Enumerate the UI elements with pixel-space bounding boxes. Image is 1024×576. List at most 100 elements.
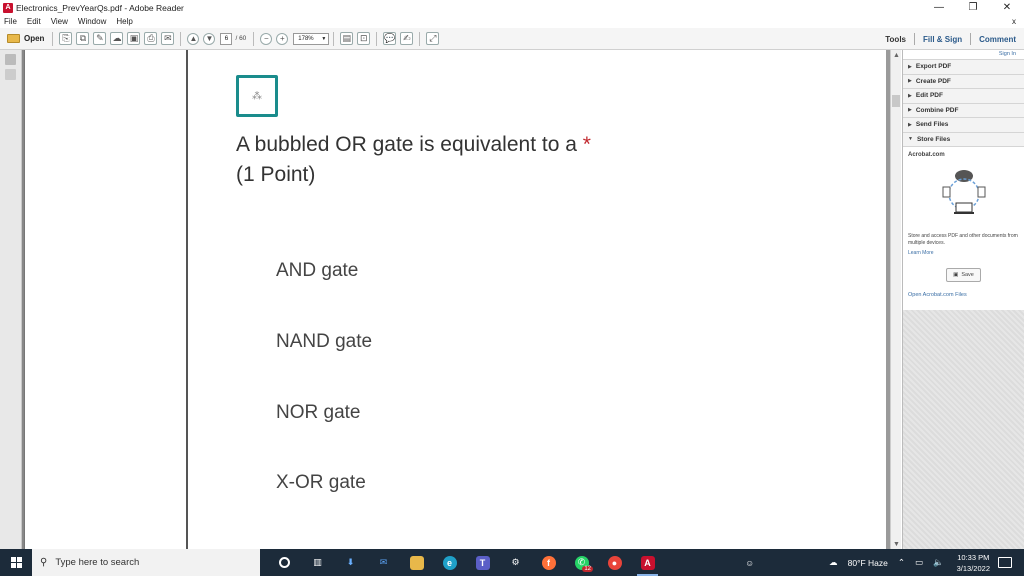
taskbar-app-edge[interactable]: e <box>433 549 466 576</box>
panel-store-files[interactable]: ▼ Store Files <box>903 131 1024 146</box>
chrome-icon: ● <box>607 555 622 570</box>
taskbar-app-teams[interactable]: T <box>466 549 499 576</box>
volume-icon[interactable]: 🔈 <box>933 557 944 568</box>
save-icon[interactable]: ▣ <box>127 32 141 45</box>
restore-button[interactable]: ❐ <box>956 0 990 15</box>
panel-edit-pdf[interactable]: ▶ Edit PDF <box>903 88 1024 103</box>
triangle-right-icon: ▶ <box>908 92 912 99</box>
taskbar-search-box[interactable]: ⚲ Type here to search <box>32 549 260 576</box>
comment-tab[interactable]: Comment <box>971 35 1024 44</box>
triangle-down-icon: ▼ <box>908 136 913 143</box>
triangle-right-icon: ▶ <box>908 63 912 70</box>
taskbar-app-firefox[interactable]: f <box>532 549 565 576</box>
create-pdf-icon[interactable]: ⎘ <box>59 32 73 45</box>
combine-icon[interactable]: ⧉ <box>76 32 90 45</box>
toolbar-separator <box>180 31 182 46</box>
print-icon[interactable]: ⎙ <box>144 32 158 45</box>
scroll-down-icon[interactable]: ▼ <box>891 539 902 549</box>
panel-create-pdf[interactable]: ▶ Create PDF <box>903 73 1024 88</box>
mail-icon: ✉ <box>379 557 388 567</box>
notification-icon[interactable] <box>998 557 1012 568</box>
minimize-button[interactable]: — <box>922 0 956 15</box>
fit-width-icon[interactable]: ⊡ <box>357 32 371 45</box>
taskbar-app-mail[interactable]: ✉ <box>367 549 400 576</box>
taskbar-app-whatsapp[interactable]: ✆ 12 <box>565 549 598 576</box>
store-description: Store and access PDF and other documents… <box>908 233 1018 246</box>
page-border-line <box>186 50 188 549</box>
scroll-thumb[interactable] <box>892 95 900 107</box>
question-text: A bubbled OR gate is equivalent to a * (… <box>236 130 716 190</box>
start-button[interactable] <box>0 549 32 576</box>
panel-send-files[interactable]: ▶ Send Files <box>903 117 1024 132</box>
next-page-icon[interactable]: ▼ <box>203 32 216 45</box>
option-and-gate: AND gate <box>276 260 359 281</box>
option-xor-gate: X-OR gate <box>276 472 366 493</box>
tools-tab[interactable]: Tools <box>877 35 914 44</box>
triangle-right-icon: ▶ <box>908 121 912 128</box>
taskbar-app-explorer[interactable] <box>400 549 433 576</box>
taskbar-app-settings[interactable]: ⚙ <box>499 549 532 576</box>
windows-taskbar: ⚲ Type here to search ▥ ⬇ ✉ e T ⚙ f ✆ 12… <box>0 549 1024 576</box>
cortana-button[interactable] <box>268 549 301 576</box>
tools-panel: Sign In ▶ Export PDF ▶ Create PDF ▶ Edit… <box>902 50 1024 549</box>
weather-text[interactable]: 80°F Haze <box>848 558 888 568</box>
edit-icon[interactable]: ✎ <box>93 32 107 45</box>
email-icon[interactable]: ✉ <box>161 32 175 45</box>
toolbar-separator <box>253 31 255 46</box>
open-button[interactable]: Open <box>3 32 48 45</box>
question-label: A bubbled OR gate is equivalent to a <box>236 133 577 156</box>
gear-icon: ⚙ <box>511 557 520 567</box>
taskbar-clock[interactable]: 10:33 PM 3/13/2022 <box>957 552 990 574</box>
menu-window[interactable]: Window <box>78 17 106 26</box>
expand-icon[interactable]: ⤢ <box>426 32 440 45</box>
pages-icon[interactable] <box>5 54 16 65</box>
taskbar-app-download[interactable]: ⬇ <box>334 549 367 576</box>
close-button[interactable]: ✕ <box>990 0 1024 15</box>
fill-sign-tab[interactable]: Fill & Sign <box>915 35 970 44</box>
save-to-cloud-button[interactable]: ▣ Save <box>946 268 981 282</box>
menu-view[interactable]: View <box>51 17 68 26</box>
menu-bar: File Edit View Window Help x <box>0 15 1024 28</box>
menu-help[interactable]: Help <box>116 17 132 26</box>
adobe-reader-icon: A <box>640 555 655 570</box>
attachments-icon[interactable] <box>5 69 16 80</box>
triangle-right-icon: ▶ <box>908 78 912 85</box>
sign-in-link[interactable]: Sign In <box>903 50 1024 59</box>
battery-icon[interactable]: ▭ <box>915 557 923 568</box>
task-view-button[interactable]: ▥ <box>301 549 334 576</box>
vertical-scrollbar[interactable]: ▲ ▼ <box>890 50 901 549</box>
people-icon[interactable]: ☺ <box>745 558 754 568</box>
open-acrobat-files-link[interactable]: Open Acrobat.com Files <box>908 292 967 298</box>
image-placeholder-icon: ⁂ <box>236 75 278 117</box>
task-panes: Tools Fill & Sign Comment <box>877 28 1024 50</box>
chevron-up-icon[interactable]: ⌃ <box>898 557 905 568</box>
zoom-value: 178% <box>298 35 314 42</box>
taskbar-app-adobe-reader[interactable]: A <box>631 549 664 576</box>
fit-page-icon[interactable]: ▤ <box>340 32 354 45</box>
weather-icon[interactable]: ☁ <box>829 557 838 568</box>
panel-item-label: Export PDF <box>915 63 952 71</box>
windows-logo-icon <box>10 557 22 568</box>
document-area: ⁂ A bubbled OR gate is equivalent to a *… <box>24 50 890 549</box>
task-view-icon: ▥ <box>313 557 322 567</box>
zoom-out-icon[interactable]: − <box>260 32 273 45</box>
menu-file[interactable]: File <box>4 17 17 26</box>
taskbar-app-chrome[interactable]: ● <box>598 549 631 576</box>
document-close-button[interactable]: x <box>1012 17 1016 26</box>
comment-icon[interactable]: 💬 <box>383 32 397 45</box>
zoom-select[interactable]: 178% ▼ <box>293 32 330 45</box>
panel-combine-pdf[interactable]: ▶ Combine PDF <box>903 102 1024 117</box>
panel-item-label: Combine PDF <box>915 106 959 114</box>
zoom-in-icon[interactable]: + <box>276 32 289 45</box>
page-number-input[interactable]: 6 <box>220 32 233 45</box>
previous-page-icon[interactable]: ▲ <box>187 32 200 45</box>
learn-more-link[interactable]: Learn More <box>908 250 934 256</box>
toolbar-separator <box>376 31 378 46</box>
scroll-up-icon[interactable]: ▲ <box>891 50 902 60</box>
cloud-upload-icon[interactable]: ☁ <box>110 32 124 45</box>
folder-icon <box>409 555 424 570</box>
panel-export-pdf[interactable]: ▶ Export PDF <box>903 59 1024 74</box>
sign-icon[interactable]: ✍ <box>400 32 414 45</box>
menu-edit[interactable]: Edit <box>27 17 41 26</box>
clock-time: 10:33 PM <box>957 552 990 562</box>
